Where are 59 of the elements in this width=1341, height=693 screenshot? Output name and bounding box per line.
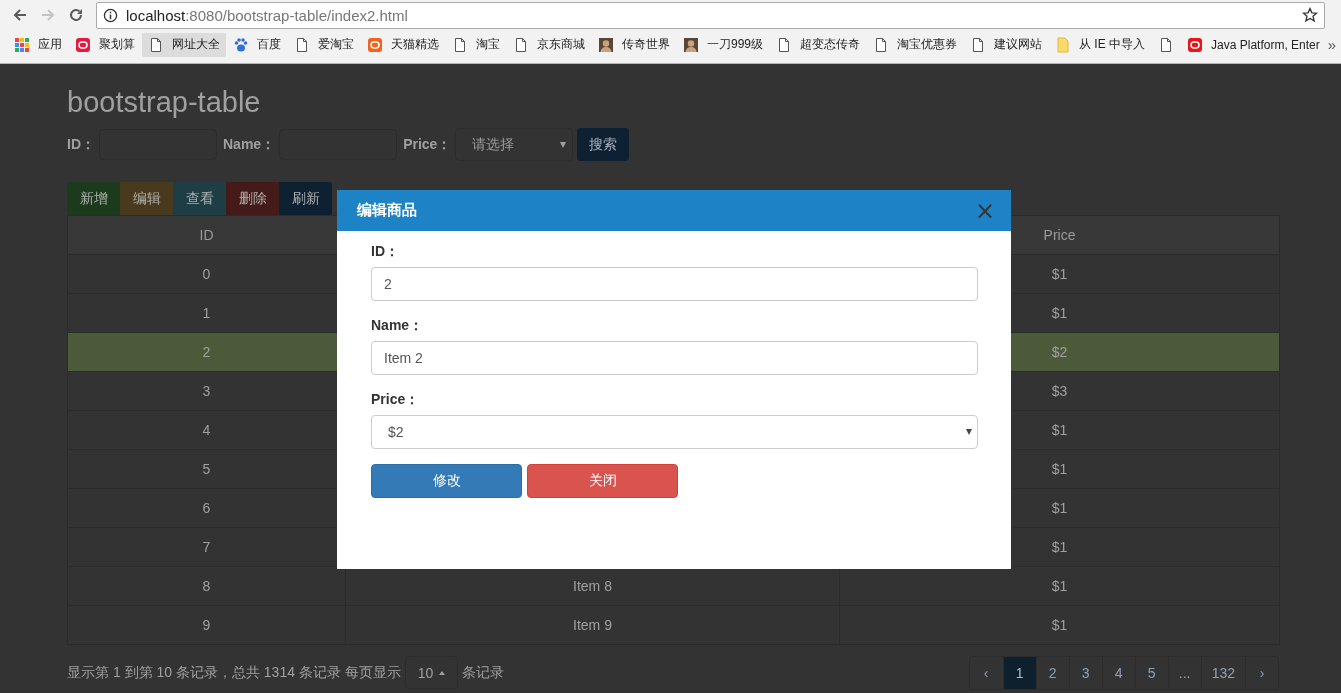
back-icon[interactable] bbox=[12, 7, 28, 23]
close-button[interactable]: 关闭 bbox=[527, 464, 678, 498]
page-link[interactable]: 1 bbox=[1002, 656, 1036, 689]
dialog-title: 编辑商品 bbox=[357, 201, 418, 220]
address-field[interactable]: localhost:8080/bootstrap-table/index2.html bbox=[96, 1, 1325, 29]
table-cell: $1 bbox=[839, 605, 1280, 645]
bookmark[interactable]: 淘宝 bbox=[446, 32, 506, 57]
records-suffix: 条记录 bbox=[462, 663, 505, 682]
table-cell: 9 bbox=[67, 605, 346, 645]
field-label: ID： bbox=[67, 135, 95, 154]
bookmark[interactable]: 网址大全 bbox=[142, 32, 226, 57]
bookmark[interactable]: 百度 bbox=[227, 32, 287, 57]
table-cell: Item 9 bbox=[345, 605, 840, 645]
page-size-dropdown[interactable]: 10 bbox=[404, 656, 459, 689]
bookmark[interactable]: 应用 bbox=[8, 32, 68, 57]
bookmark[interactable]: Java Platform, Enter bbox=[1181, 32, 1326, 57]
bookmark[interactable]: 京东商城 bbox=[507, 32, 591, 57]
field-label: Price： bbox=[371, 390, 421, 409]
bookmark[interactable]: 一刀999级 bbox=[677, 32, 770, 57]
avatar-icon bbox=[683, 36, 699, 53]
field-label: Name： bbox=[223, 135, 276, 154]
save-button[interactable]: 修改 bbox=[371, 464, 522, 498]
bookmark[interactable]: 爱淘宝 bbox=[288, 32, 360, 57]
page-title: bootstrap-table bbox=[67, 85, 262, 119]
records-summary: 显示第 1 到第 10 条记录，总共 1314 条记录 每页显示 bbox=[67, 663, 401, 682]
page-icon bbox=[452, 36, 468, 53]
bookmark[interactable]: 超变态传奇 bbox=[770, 32, 867, 57]
paw-icon bbox=[233, 36, 249, 53]
price-select[interactable]: 请选择 bbox=[455, 128, 574, 161]
reload-icon[interactable] bbox=[68, 7, 84, 23]
page-icon bbox=[294, 36, 310, 53]
page-icon bbox=[513, 36, 529, 53]
page-icon bbox=[148, 36, 164, 53]
text-field[interactable]: Item 2 bbox=[371, 341, 978, 375]
toolbar-button[interactable]: 刷新 bbox=[279, 182, 332, 215]
overflow-chevron[interactable]: » bbox=[1327, 36, 1341, 53]
text-field[interactable]: 2 bbox=[371, 267, 978, 301]
info-icon[interactable] bbox=[103, 7, 118, 23]
price-select[interactable]: $2 bbox=[371, 415, 978, 449]
toolbar-button[interactable]: 编辑 bbox=[120, 182, 173, 215]
toolbar-button[interactable]: 查看 bbox=[173, 182, 226, 215]
avatar-icon bbox=[598, 36, 614, 53]
toolbar-button[interactable]: 新增 bbox=[67, 182, 120, 215]
bookmark[interactable]: 传奇世界 bbox=[592, 32, 676, 57]
search-button[interactable]: 搜索 bbox=[577, 128, 630, 161]
star-icon[interactable] bbox=[1302, 7, 1318, 23]
bookmark[interactable]: 聚划算 bbox=[69, 32, 141, 57]
field-label: Name： bbox=[371, 316, 425, 335]
bookmark[interactable]: 建议网站 bbox=[964, 32, 1049, 57]
field-label: Price： bbox=[403, 135, 452, 154]
toolbar-button[interactable]: 删除 bbox=[226, 182, 279, 215]
bookmark[interactable]: 天猫精选 bbox=[361, 32, 445, 57]
apps-grid-icon bbox=[14, 36, 30, 53]
bookmark[interactable]: 从 IE 中导入 bbox=[1049, 32, 1152, 57]
table-cell: 8 bbox=[67, 566, 346, 606]
folder-icon bbox=[1055, 36, 1072, 53]
url-text: localhost:8080/bootstrap-table/index2.html bbox=[126, 6, 408, 24]
field-label: ID： bbox=[371, 242, 400, 261]
bookmark[interactable]: 淘宝优惠券 bbox=[867, 32, 964, 57]
